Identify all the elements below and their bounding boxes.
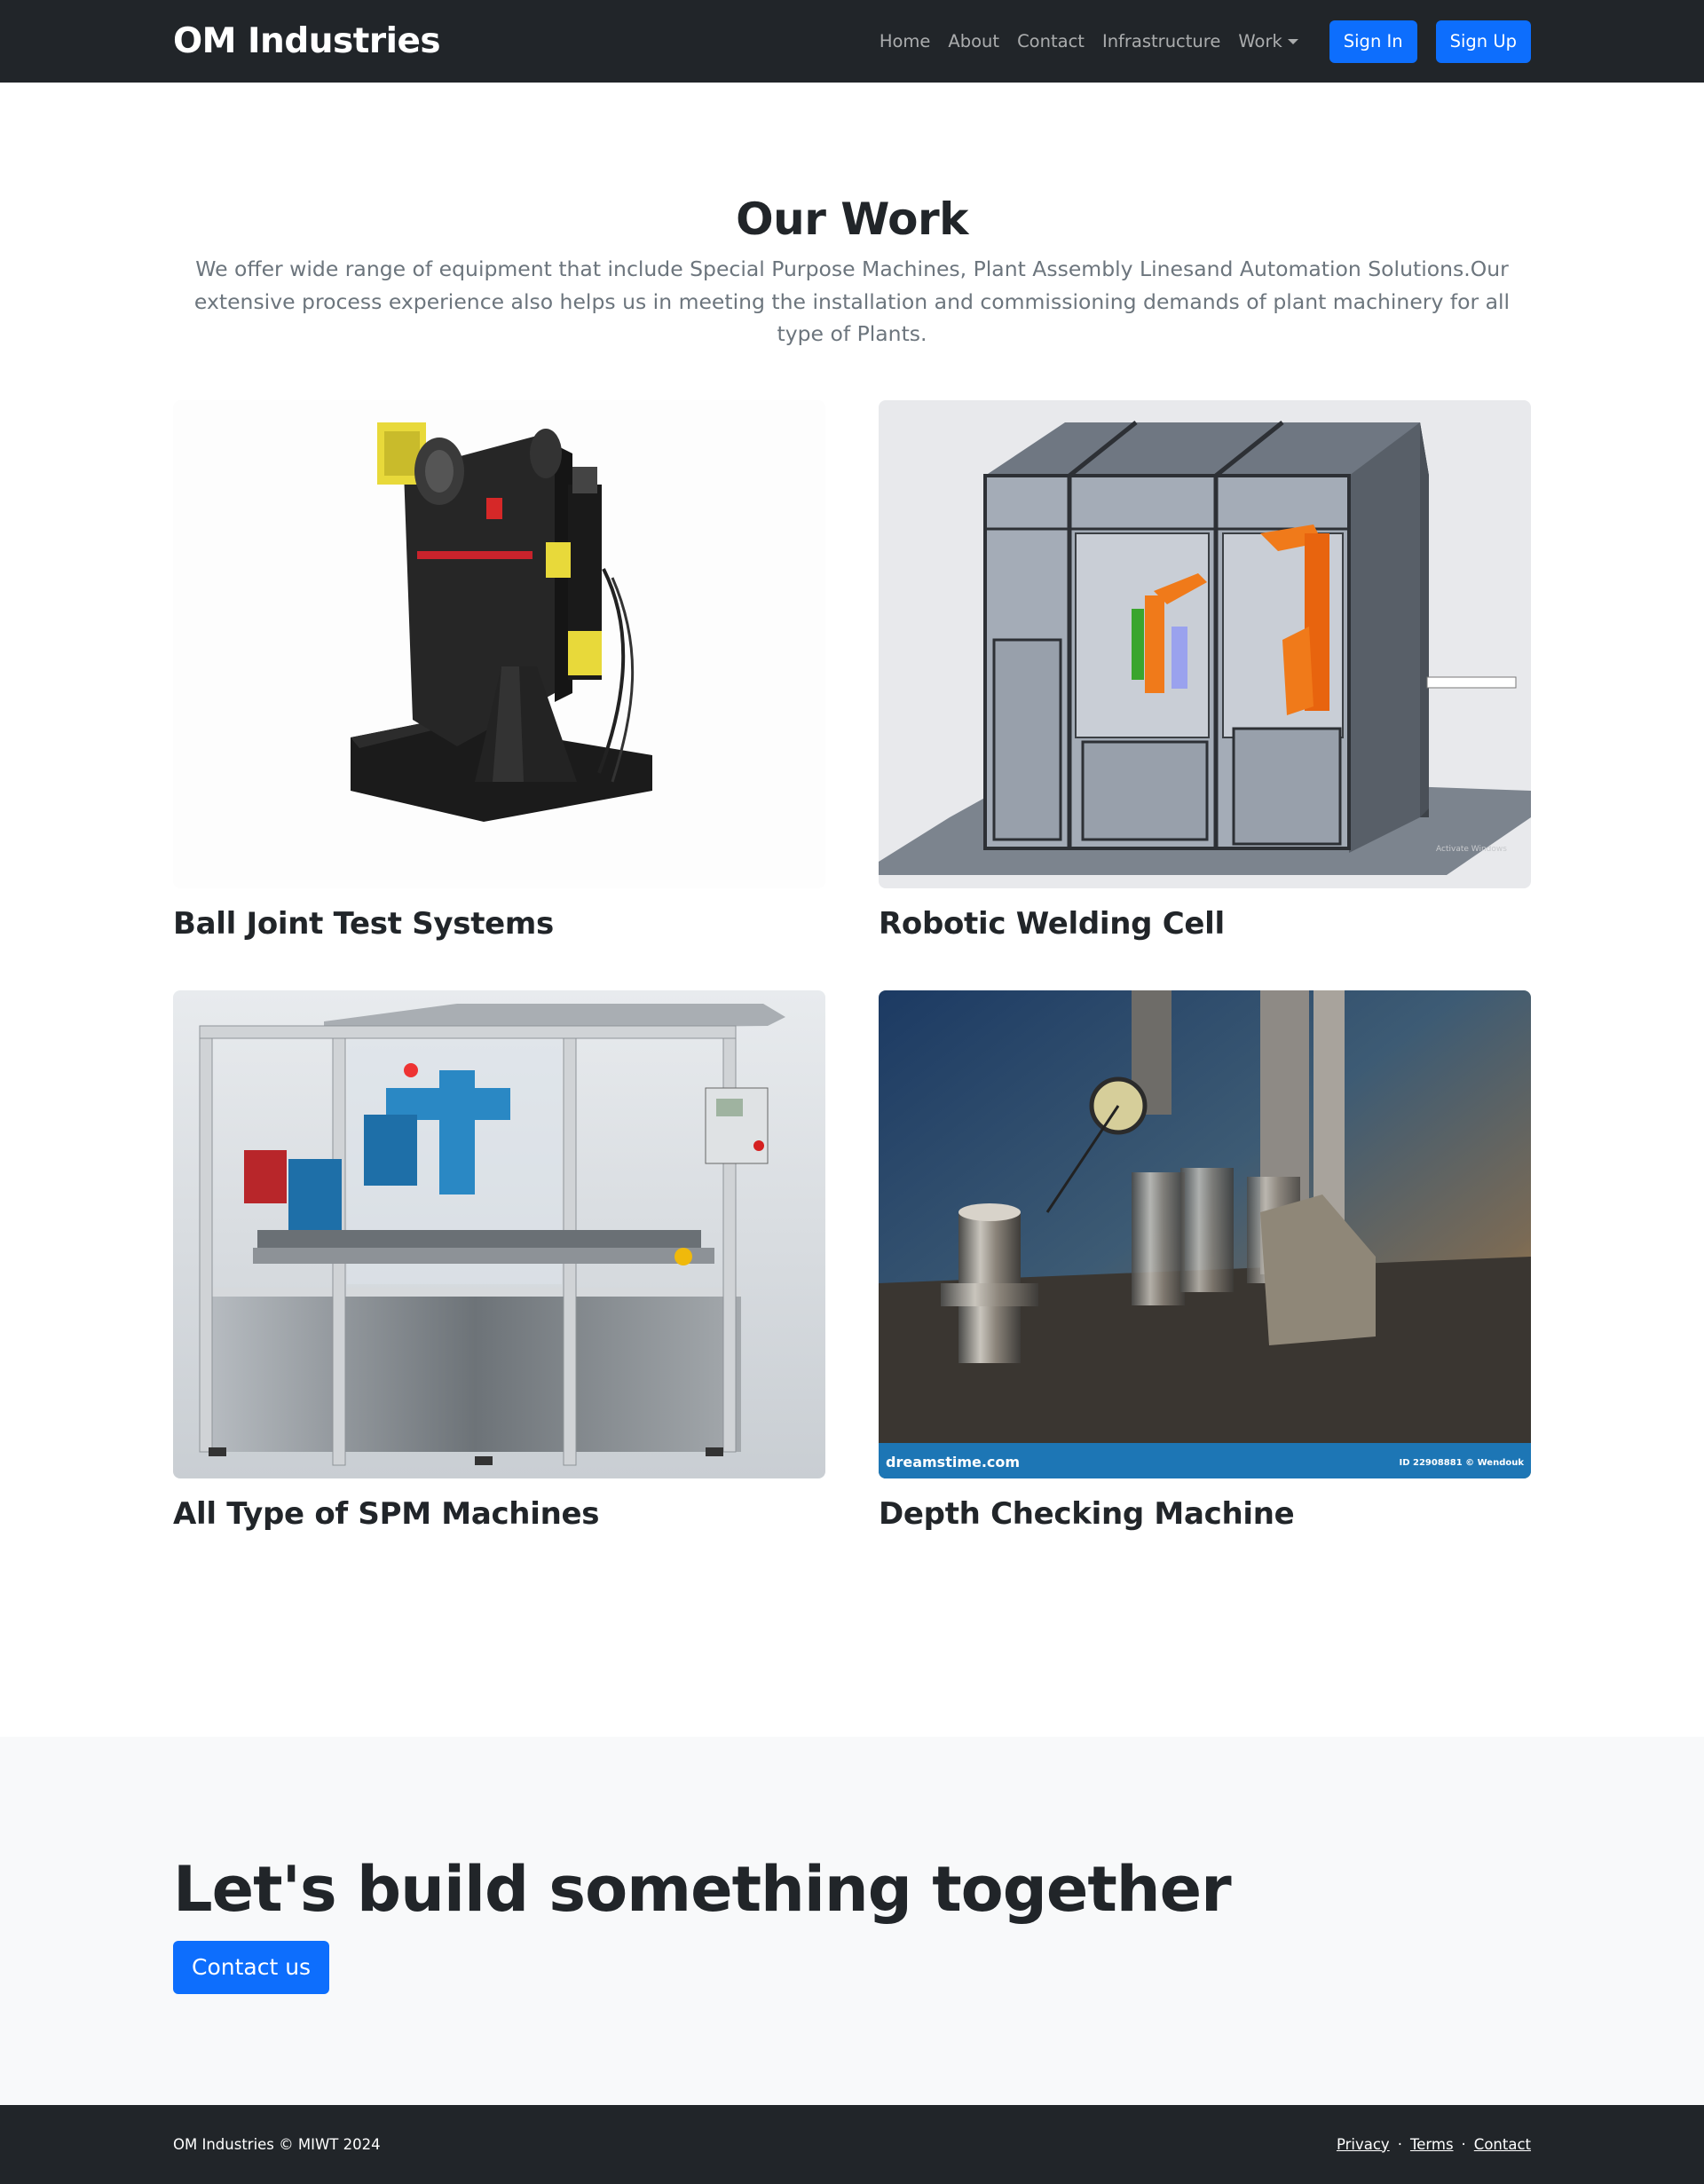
nav-about-link[interactable]: About <box>948 31 999 51</box>
section-title: Our Work <box>736 193 968 245</box>
ball-joint-test-system-image <box>173 399 825 888</box>
cta-title: Let's build something together <box>173 1852 1232 1926</box>
work-card: Activate Windows Robotic Welding Cell <box>879 399 1531 942</box>
footer-privacy-link[interactable]: Privacy <box>1337 2136 1390 2153</box>
contact-us-button[interactable]: Contact us <box>173 1940 330 1994</box>
work-card: dreamstime.com ID 22908881 © Wendouk Dep… <box>879 990 1531 1533</box>
footer-terms-link[interactable]: Terms <box>1410 2136 1454 2153</box>
work-card-title: Ball Joint Test Systems <box>173 905 554 942</box>
work-card-title: Depth Checking Machine <box>879 1495 1295 1532</box>
brand-logo-link[interactable]: OM Industries <box>173 21 441 61</box>
sign-up-button[interactable]: Sign Up <box>1435 20 1531 63</box>
nav-home-link[interactable]: Home <box>880 31 931 51</box>
nav-right: Home About Contact Infrastructure Work S… <box>862 20 1531 63</box>
our-work-section: Our Work We offer wide range of equipmen… <box>0 83 1704 1737</box>
nav-contact-link[interactable]: Contact <box>1017 31 1085 51</box>
spm-machine-image <box>173 990 825 1478</box>
footer-copyright: OM Industries © MIWT 2024 <box>173 2135 381 2153</box>
work-card-title: All Type of SPM Machines <box>173 1495 600 1532</box>
card-image-watermark: Activate Windows <box>1436 845 1507 854</box>
footer-contact-link[interactable]: Contact <box>1474 2136 1531 2153</box>
image-watermark-right: ID 22908881 © Wendouk <box>1399 1458 1524 1468</box>
caret-down-icon <box>1287 38 1298 44</box>
sign-in-button[interactable]: Sign In <box>1329 20 1417 63</box>
image-watermark-left: dreamstime.com <box>886 1454 1020 1470</box>
robotic-welding-cell-image: Activate Windows <box>879 399 1531 888</box>
depth-checking-machine-image: dreamstime.com ID 22908881 © Wendouk <box>879 990 1531 1478</box>
nav-links: Home About Contact Infrastructure Work <box>862 31 1298 51</box>
footer: OM Industries © MIWT 2024 Privacy · Term… <box>0 2104 1704 2184</box>
work-card: Ball Joint Test Systems <box>173 399 825 942</box>
footer-separator: · <box>1397 2135 1402 2153</box>
work-card: All Type of SPM Machines <box>173 990 825 1533</box>
footer-links: Privacy · Terms · Contact <box>1337 2136 1531 2153</box>
nav-infrastructure-link[interactable]: Infrastructure <box>1102 31 1220 51</box>
call-to-action-section: Let's build something together Contact u… <box>0 1736 1704 2105</box>
nav-work-dropdown[interactable]: Work <box>1238 31 1298 51</box>
navbar: OM Industries Home About Contact Infrast… <box>0 0 1704 83</box>
work-grid: Ball Joint Test Systems Activate Windows… <box>173 399 1531 1581</box>
section-lead: We offer wide range of equipment that in… <box>193 256 1511 347</box>
nav-work-label: Work <box>1238 31 1282 51</box>
footer-separator: · <box>1461 2135 1466 2153</box>
work-card-title: Robotic Welding Cell <box>879 905 1225 942</box>
